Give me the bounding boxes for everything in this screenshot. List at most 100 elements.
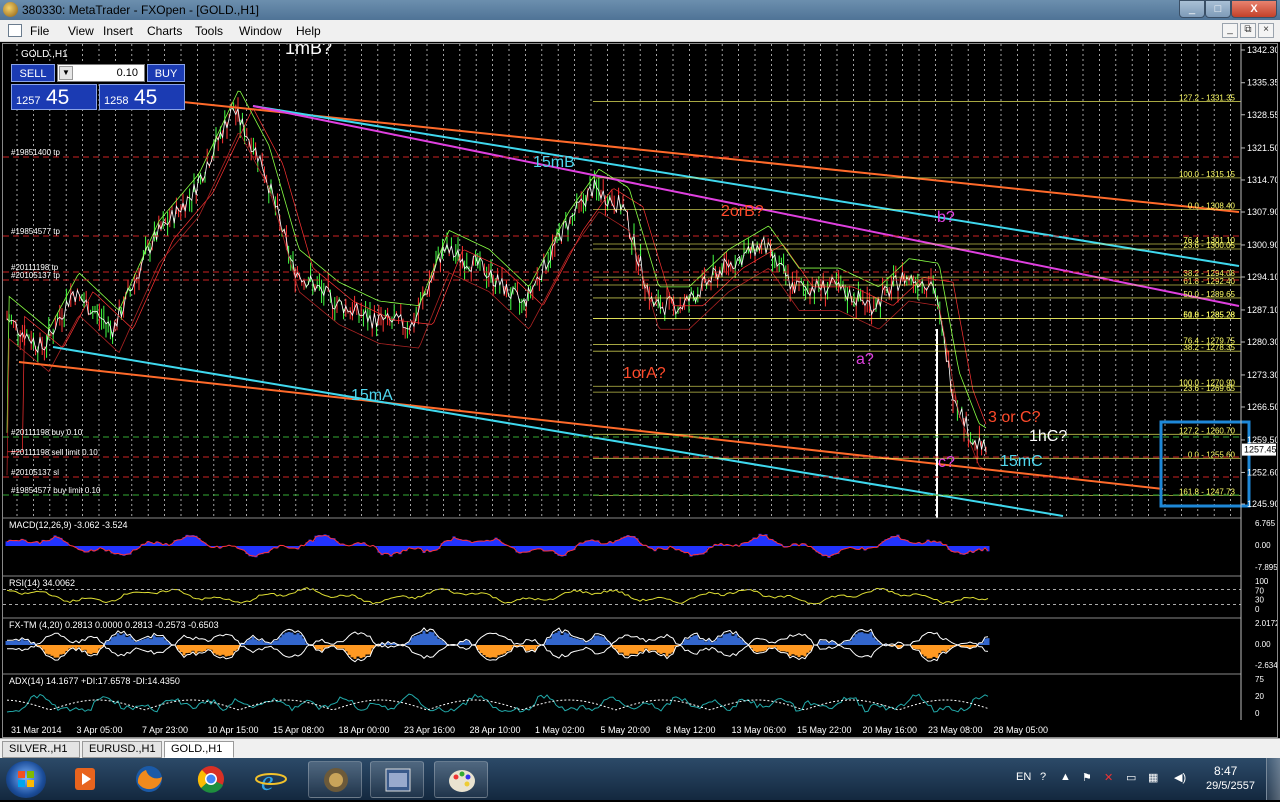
volume-icon[interactable]: ◀): [1174, 771, 1186, 784]
wave-annotation[interactable]: b?: [937, 209, 955, 226]
mdi-restore-button[interactable]: ⧉: [1240, 23, 1256, 38]
menu-tools[interactable]: Tools: [195, 24, 223, 38]
help-icon[interactable]: ?: [1040, 771, 1046, 783]
sell-price[interactable]: 1257 45: [11, 84, 97, 110]
network-warning-icon[interactable]: ✕: [1104, 771, 1113, 784]
mdi-minimize-button[interactable]: _: [1222, 23, 1238, 38]
indicator-line: [6, 693, 989, 713]
tab-eurusd[interactable]: EURUSD.,H1: [82, 741, 162, 758]
indicator-scale-label: -7.895: [1255, 563, 1277, 572]
power-icon[interactable]: ▭: [1126, 771, 1136, 784]
maximize-button[interactable]: □: [1205, 0, 1231, 18]
lot-spinner-icon[interactable]: ▼: [59, 66, 73, 80]
menu-charts[interactable]: Charts: [147, 24, 182, 38]
price-axis-label: 1252.60: [1247, 467, 1277, 477]
buy-price[interactable]: 1258 45: [99, 84, 185, 110]
menu-view[interactable]: View: [68, 24, 94, 38]
mdi-close-button[interactable]: ×: [1258, 23, 1274, 38]
app-icon: [3, 2, 18, 17]
wave-annotation[interactable]: 15mB: [533, 154, 575, 171]
fib-level-label: 127.2 - 1260.70: [1179, 426, 1236, 435]
indicator-scale-label: 0.00: [1255, 541, 1271, 550]
show-desktop-button[interactable]: [1266, 758, 1280, 800]
media-player-icon[interactable]: [58, 761, 112, 798]
chart-window[interactable]: 127.2 - 1331.35 100.0 - 1315.15 0.0 - 1308…: [2, 43, 1278, 738]
price-axis-label: 1307.90: [1247, 207, 1277, 217]
price-axis-label: 1294.10: [1247, 272, 1277, 282]
menu-window[interactable]: Window: [239, 24, 282, 38]
time-axis-label: 10 Apr 15:00: [208, 725, 259, 735]
language-indicator[interactable]: EN: [1016, 771, 1031, 783]
indicator-scale-label: 100: [1255, 577, 1269, 586]
firefox-icon[interactable]: [122, 761, 176, 798]
order-label: #19854577 buy limit 0.10: [11, 486, 101, 495]
cyan-upper-line[interactable]: [252, 105, 1240, 267]
tab-gold[interactable]: GOLD.,H1: [164, 741, 234, 758]
flag-icon[interactable]: ⚑: [1082, 771, 1092, 784]
indicator-line: [6, 587, 989, 605]
tab-silver[interactable]: SILVER.,H1: [2, 741, 80, 758]
time-axis-label: 31 Mar 2014: [11, 725, 62, 735]
display-icon[interactable]: ▦: [1148, 771, 1158, 784]
menu-insert[interactable]: Insert: [103, 24, 133, 38]
fib-level-label: 50.0 - 1289.65: [1183, 290, 1235, 299]
minimize-button[interactable]: _: [1179, 0, 1205, 18]
fib-level-label: 23.6 - 1269.65: [1183, 384, 1235, 393]
wave-annotation[interactable]: 2orB?: [721, 203, 764, 220]
time-axis-label: 13 May 06:00: [732, 725, 787, 735]
wave-annotation[interactable]: 1orA?: [623, 365, 666, 382]
order-label: #20105137 tp: [11, 271, 60, 280]
time-axis-label: 1 May 02:00: [535, 725, 585, 735]
wave-annotation[interactable]: 3 or C?: [988, 409, 1041, 426]
lot-size-input[interactable]: ▼ 0.10: [57, 64, 145, 82]
price-axis-label: 1266.50: [1247, 402, 1277, 412]
tray-arrow-icon[interactable]: ▲: [1060, 771, 1071, 783]
price-axis-label: 1273.30: [1247, 370, 1277, 380]
fib-level-label: 61.8 - 1285.28: [1183, 311, 1235, 320]
bid-price-big: 45: [46, 86, 70, 109]
clock-time[interactable]: 8:47: [1214, 764, 1237, 778]
indicator-scale-label: 2.0172: [1255, 619, 1277, 628]
metatrader-icon[interactable]: [308, 761, 362, 798]
buy-button[interactable]: BUY: [147, 64, 185, 82]
wave-annotation[interactable]: 15mA: [351, 387, 393, 404]
price-chart[interactable]: 127.2 - 1331.35 100.0 - 1315.15 0.0 - 1308…: [3, 44, 1277, 737]
menu-file[interactable]: File: [30, 24, 49, 38]
time-axis-label: 18 Apr 00:00: [339, 725, 390, 735]
wave-annotation[interactable]: 1mB?: [285, 44, 332, 58]
wave-annotation[interactable]: a?: [856, 351, 874, 368]
fib-level-label: 61.8 - 1292.40: [1183, 277, 1235, 286]
wave-annotation[interactable]: 1hC?: [1029, 428, 1067, 445]
start-button[interactable]: [6, 761, 46, 798]
title-bar: 380330: MetaTrader - FXOpen - [GOLD.,H1]…: [0, 0, 1280, 20]
indicator-scale-label: 0: [1255, 605, 1260, 614]
app-window-icon[interactable]: [370, 761, 424, 798]
wave-annotation[interactable]: c?: [938, 454, 955, 471]
indicator-label: MACD(12,26,9) -3.062 -3.524: [9, 520, 128, 530]
time-axis-label: 28 May 05:00: [994, 725, 1049, 735]
sell-button[interactable]: SELL: [11, 64, 55, 82]
clock-date[interactable]: 29/5/2557: [1206, 780, 1255, 792]
time-axis-label: 7 Apr 23:00: [142, 725, 188, 735]
time-axis-label: 23 Apr 16:00: [404, 725, 455, 735]
bid-price-small: 1257: [16, 95, 41, 107]
price-axis-label: 1314.70: [1247, 175, 1277, 185]
chrome-icon[interactable]: [184, 761, 238, 798]
paint-icon[interactable]: [434, 761, 488, 798]
indicator-scale-label: 6.765: [1255, 519, 1276, 528]
fib-level-label: 127.2 - 1331.35: [1179, 94, 1236, 103]
internet-explorer-icon[interactable]: e: [244, 761, 298, 798]
indicator-scale-label: 70: [1255, 586, 1264, 595]
close-button[interactable]: X: [1231, 0, 1277, 18]
moving-average-line: [6, 133, 987, 476]
wave-annotation[interactable]: 15mC: [1000, 453, 1043, 470]
upper-channel-line[interactable]: [182, 101, 1240, 213]
price-axis-label: 1328.55: [1247, 110, 1277, 120]
indicator-scale-label: 20: [1255, 692, 1264, 701]
price-axis-label: 1280.30: [1247, 337, 1277, 347]
fib-level-label: 38.2 - 1278.35: [1183, 343, 1235, 352]
chart-tabs: SILVER.,H1 EURUSD.,H1 GOLD.,H1: [0, 738, 1280, 758]
menu-help[interactable]: Help: [296, 24, 321, 38]
price-axis-label: 1342.30: [1247, 45, 1277, 55]
price-axis-label: 1335.35: [1247, 78, 1277, 88]
